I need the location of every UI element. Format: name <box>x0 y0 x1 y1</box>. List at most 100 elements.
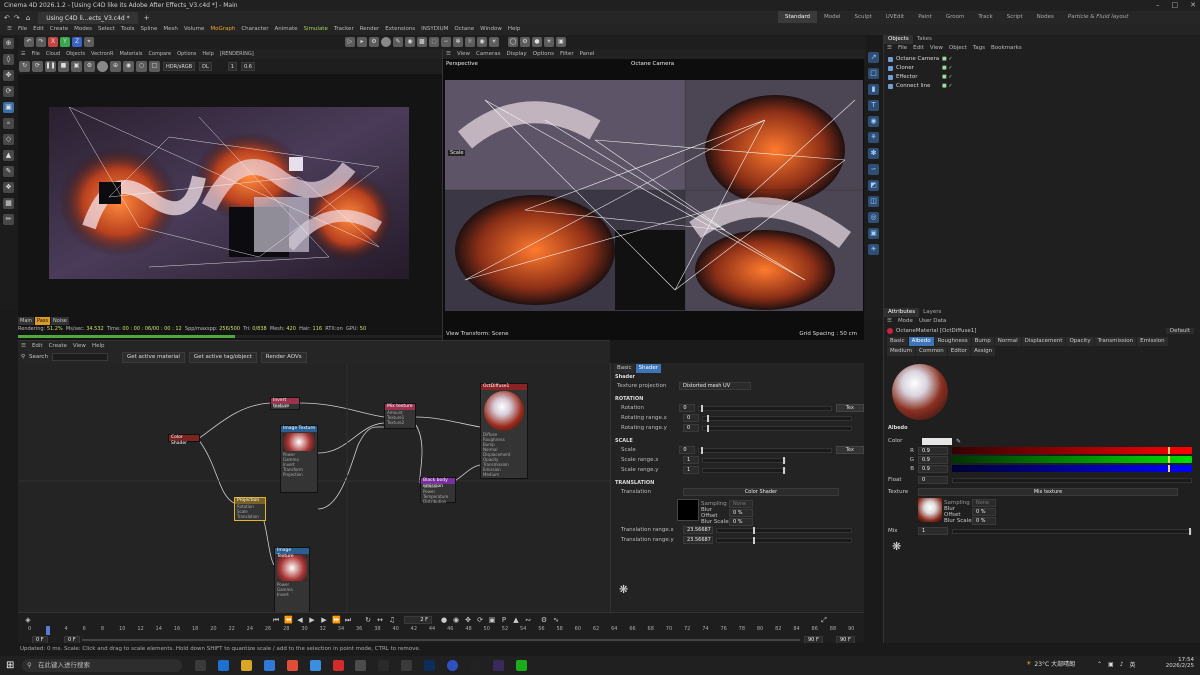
menu-edit[interactable]: Edit <box>30 24 47 35</box>
lv-menu-compare[interactable]: Compare <box>145 49 174 59</box>
om-menu-file[interactable]: File <box>895 44 910 53</box>
cloner-icon[interactable]: ⚘ <box>868 132 879 143</box>
undo-icon[interactable]: ↶ <box>4 14 10 22</box>
timeline-settings-icon[interactable]: ⚙ <box>540 616 548 624</box>
network-icon[interactable]: ▣ <box>1108 661 1114 668</box>
trans-range-x-slider[interactable] <box>716 526 852 534</box>
pick-material-icon[interactable]: ◉ <box>123 61 134 72</box>
viewport-menu-panel[interactable]: Panel <box>577 49 598 59</box>
viewport-menu-display[interactable]: Display <box>503 49 529 59</box>
channel-tab-assign[interactable]: Assign <box>971 346 996 356</box>
photoshop-icon[interactable] <box>424 660 436 671</box>
polygons-mode-icon[interactable]: ▲ <box>3 150 14 161</box>
keyframe-icon[interactable]: ◈ <box>24 616 32 624</box>
pen-spline-icon[interactable]: ✎ <box>393 37 403 47</box>
viewport-menu-icon[interactable]: ☰ <box>443 49 454 59</box>
eyedropper-icon[interactable]: ✎ <box>956 438 961 445</box>
visibility-toggle-icon[interactable]: ■ ✓ <box>942 73 953 82</box>
om-menu-view[interactable]: View <box>927 44 946 53</box>
scene-icon[interactable]: ☼ <box>465 37 475 47</box>
menu-insydium[interactable]: INSYDIUM <box>418 24 451 35</box>
scale-range-y-field[interactable]: 1 <box>683 466 699 474</box>
loop-icon[interactable]: ↻ <box>364 616 372 624</box>
scale-range-y-slider[interactable] <box>702 466 786 474</box>
node-color-shader[interactable]: Color Shader <box>168 434 200 446</box>
layout-tab-uvedit[interactable]: UVEdit <box>879 11 911 23</box>
menu-file[interactable]: File <box>15 24 30 35</box>
app-dark-icon[interactable] <box>378 660 390 671</box>
mograph-icon[interactable]: ◉ <box>868 116 879 127</box>
lv-tab-main[interactable]: Main <box>18 317 34 325</box>
region-render-icon[interactable]: ▣ <box>71 61 82 72</box>
blur-scale-field[interactable]: 0 % <box>972 516 996 525</box>
spline-icon[interactable]: ∽ <box>868 164 879 175</box>
stop-render-icon[interactable]: ■ <box>58 61 69 72</box>
octane-camera-icon[interactable]: ▣ <box>556 37 566 47</box>
effector-icon[interactable]: ✽ <box>868 148 879 159</box>
fcurve-icon[interactable]: ∿ <box>552 616 560 624</box>
prev-key-icon[interactable]: ⏪ <box>284 616 293 624</box>
om-tab-takes[interactable]: Takes <box>913 35 936 44</box>
live-viewer-menu-icon[interactable]: ☰ <box>18 49 28 59</box>
prev-frame-icon[interactable]: ◀ <box>296 616 304 624</box>
ime-indicator[interactable]: 英 <box>1130 660 1136 669</box>
timeline-scale-icon[interactable]: ⤢ <box>820 616 828 624</box>
preset-select[interactable]: Default <box>1165 328 1194 334</box>
shader-sampling-select[interactable]: None <box>729 499 753 508</box>
workplane-icon[interactable]: ▦ <box>3 198 14 209</box>
array-icon[interactable]: ▩ <box>417 37 427 47</box>
rotation-field[interactable]: 0 <box>679 404 695 412</box>
object-row[interactable]: Cloner ■ ✓ <box>884 64 1200 73</box>
layout-tab-track[interactable]: Track <box>971 11 999 23</box>
octane-settings-icon[interactable]: ⚙ <box>520 37 530 47</box>
render-view-icon[interactable]: ▷ <box>345 37 355 47</box>
translation-shader-link[interactable]: Color Shader <box>683 488 839 496</box>
ne-menu-view[interactable]: View <box>70 341 89 351</box>
coordinate-system-icon[interactable]: ⌖ <box>84 37 94 47</box>
om-tab-objects[interactable]: Objects <box>884 35 913 44</box>
start-menu-icon[interactable]: ⊞ <box>6 660 14 671</box>
rotate-tool-icon[interactable]: ⟳ <box>3 86 14 97</box>
lv-tab-pass[interactable]: Pass <box>34 317 51 325</box>
layout-tab-script[interactable]: Script <box>1000 11 1030 23</box>
menu-tools[interactable]: Tools <box>118 24 138 35</box>
menu-extensions[interactable]: Extensions <box>382 24 418 35</box>
om-menu-bookmarks[interactable]: Bookmarks <box>988 44 1025 53</box>
menu-select[interactable]: Select <box>95 24 118 35</box>
sampling-select[interactable]: None <box>972 498 996 507</box>
rot-range-x-field[interactable]: 0 <box>683 414 699 422</box>
channel-tab-roughness[interactable]: Roughness <box>934 336 971 346</box>
app-gray-icon[interactable] <box>355 660 367 671</box>
menu-octane[interactable]: Octane <box>451 24 477 35</box>
mix-slider[interactable] <box>952 527 1192 535</box>
record-icon[interactable]: ● <box>440 616 448 624</box>
undo-tool-icon[interactable]: ↶ <box>24 37 34 47</box>
minimize-icon[interactable]: – <box>1156 1 1160 9</box>
visibility-toggle-icon[interactable]: ■ ✓ <box>942 82 953 91</box>
scale-tool-icon[interactable]: ▣ <box>3 102 14 113</box>
render-picture-icon[interactable]: ▸ <box>357 37 367 47</box>
shader-tab-basic[interactable]: Basic <box>614 363 635 373</box>
menu-mograph[interactable]: MoGraph <box>207 24 238 35</box>
task-view-icon[interactable] <box>195 660 206 671</box>
am-menu-icon[interactable]: ☰ <box>884 317 895 326</box>
key-pla-icon[interactable]: ▲ <box>512 616 520 624</box>
ne-menu-help[interactable]: Help <box>89 341 108 351</box>
field-icon[interactable]: ✻ <box>453 37 463 47</box>
channel-tab-medium[interactable]: Medium <box>887 346 915 356</box>
model-mode-icon[interactable]: ◊ <box>3 54 14 65</box>
visibility-toggle-icon[interactable]: ■ ✓ <box>942 64 953 73</box>
shader-blur-offset-field[interactable]: 0 % <box>729 508 753 517</box>
menu-spline[interactable]: Spline <box>137 24 160 35</box>
search-input[interactable] <box>51 353 108 361</box>
current-frame-field[interactable]: 2 F <box>404 615 432 624</box>
colorspace-select[interactable]: HDR/sRGB <box>163 62 196 71</box>
store-icon[interactable] <box>309 660 321 671</box>
lv-tab-noise[interactable]: Noise <box>51 317 69 325</box>
app-red-icon[interactable] <box>332 660 344 671</box>
new-tab-button[interactable]: + <box>144 14 150 22</box>
ne-menu-icon[interactable]: ☰ <box>18 341 29 351</box>
channel-tab-displacement[interactable]: Displacement <box>1021 336 1066 346</box>
ne-menu-create[interactable]: Create <box>46 341 70 351</box>
weather-widget[interactable]: ☀ 23°C 大部晴朗 <box>1026 659 1075 668</box>
